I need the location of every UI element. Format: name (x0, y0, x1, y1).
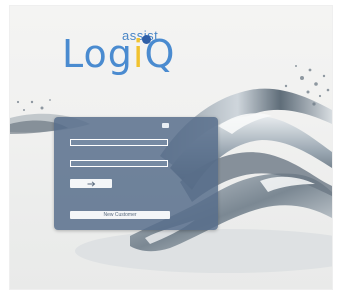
logo-i-text: i (132, 32, 145, 76)
login-panel: New Customer (54, 117, 218, 230)
logo-q-text: Q (144, 32, 176, 76)
assistlogiq-logo: assist LogiQ (62, 28, 192, 80)
password-input[interactable] (70, 160, 168, 167)
keyboard-icon[interactable] (162, 123, 169, 128)
login-background: assist LogiQ New Customer (10, 6, 332, 289)
arrow-right-icon (87, 180, 95, 187)
new-customer-button[interactable]: New Customer (70, 211, 170, 219)
logo-wordmark: LogiQ (62, 34, 175, 74)
username-input[interactable] (70, 139, 168, 146)
login-page: assist LogiQ New Customer (0, 0, 340, 295)
login-submit-button[interactable] (70, 179, 112, 188)
logo-log-text: Log (62, 32, 133, 76)
